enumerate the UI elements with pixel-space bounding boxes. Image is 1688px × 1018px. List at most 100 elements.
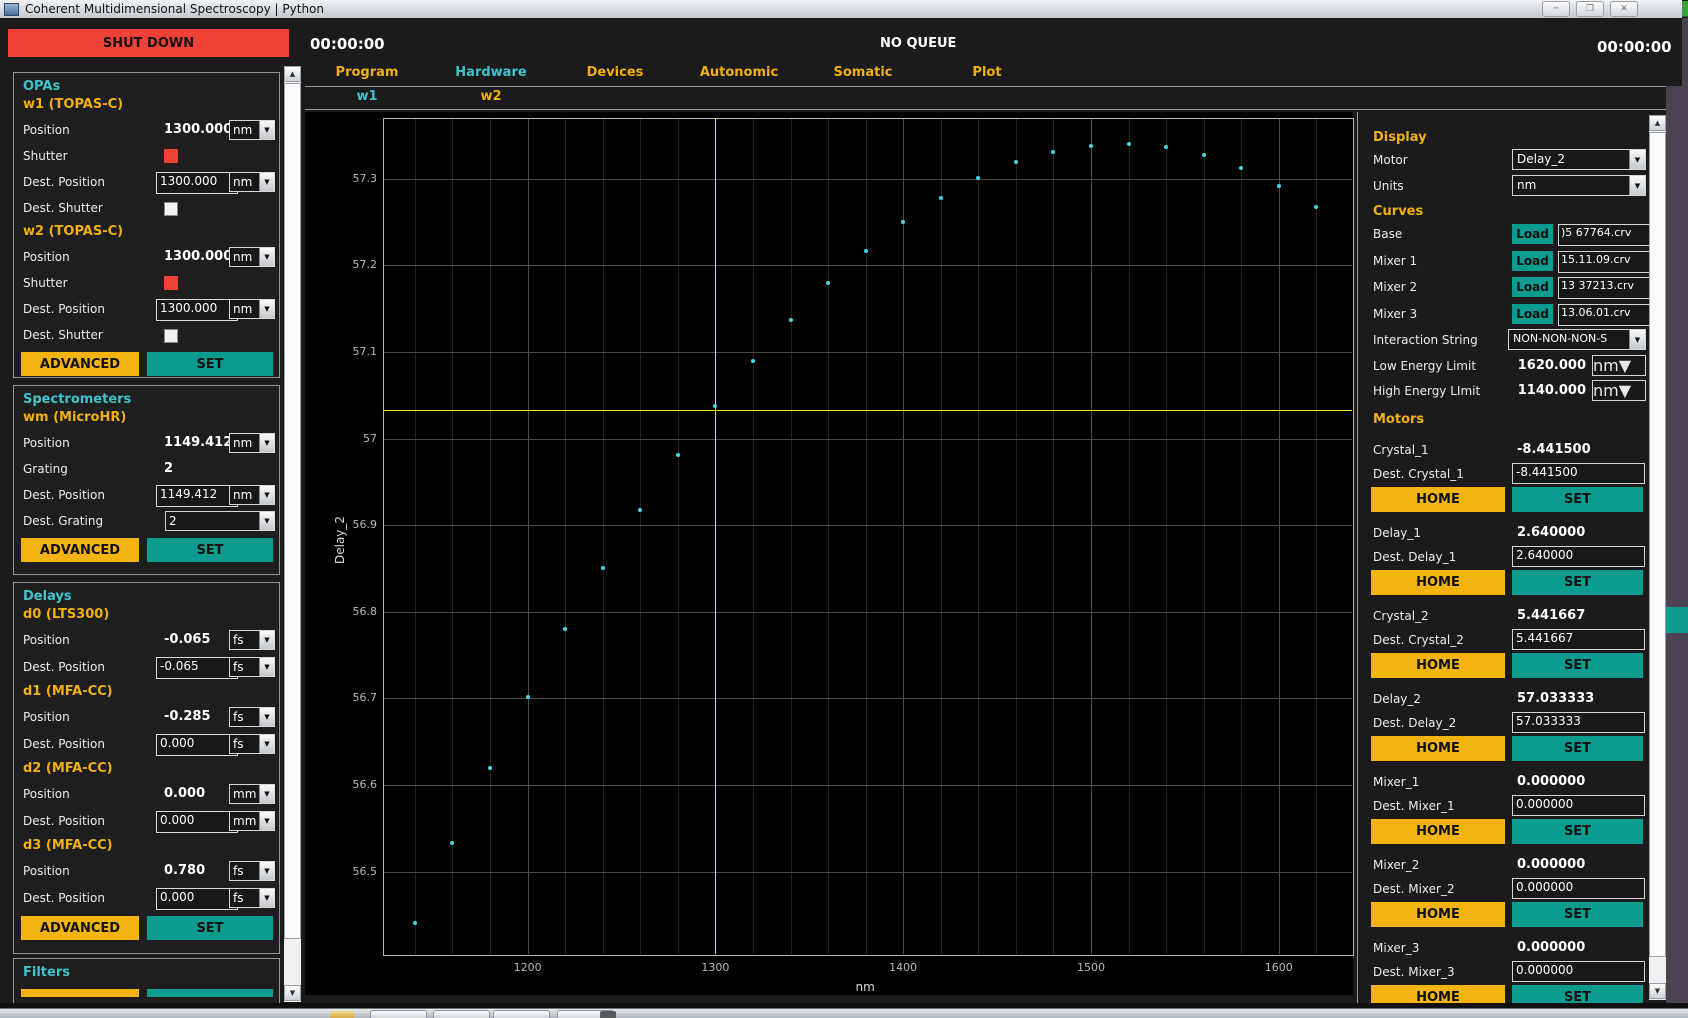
scroll-up-icon[interactable]: ▲ [284, 66, 301, 82]
set-button[interactable]: SET [147, 916, 273, 940]
home-button[interactable]: HOME [1371, 736, 1505, 761]
home-button[interactable]: HOME [1371, 985, 1505, 1003]
tab-somatic[interactable]: Somatic [801, 62, 925, 86]
dest-motor-input[interactable]: -8.441500 [1512, 463, 1645, 484]
curve-file-input[interactable]: 15.11.09.crv [1558, 251, 1652, 273]
dest-motor-input[interactable]: 2.640000 [1512, 546, 1645, 567]
curve-file-input[interactable]: 13.06.01.crv [1558, 304, 1652, 326]
scrollbar-thumb[interactable] [1649, 132, 1666, 957]
units-dropdown[interactable]: nm▼ [229, 247, 275, 267]
sidebar-scrollbar[interactable]: ▲ ▼ [284, 66, 301, 1002]
dest-position-input[interactable]: 1300.000 [156, 299, 238, 321]
units-dropdown[interactable]: nm ▼ [229, 485, 275, 505]
dest-motor-input[interactable]: 0.000000 [1512, 795, 1645, 816]
dest-position-input[interactable]: 1149.412 [156, 485, 238, 507]
set-button[interactable]: SET [147, 352, 273, 376]
dest-motor-input[interactable]: 5.441667 [1512, 629, 1645, 650]
set-button[interactable]: SET [147, 538, 273, 562]
units-dropdown[interactable]: nm ▼ [1592, 355, 1646, 376]
home-button[interactable]: HOME [1371, 653, 1505, 678]
dest-motor-input[interactable]: 57.033333 [1512, 712, 1645, 733]
units-dropdown[interactable]: mm▼ [229, 811, 275, 831]
units-dropdown[interactable]: mm▼ [229, 784, 275, 804]
chevron-down-icon[interactable]: ▼ [259, 889, 274, 907]
advanced-button[interactable]: ADVANCED [21, 916, 139, 940]
load-button[interactable]: Load [1512, 304, 1553, 324]
restore-icon[interactable]: ❐ [1576, 1, 1604, 17]
units-dropdown[interactable]: nm ▼ [1592, 380, 1646, 401]
set-button[interactable]: SET [1512, 985, 1643, 1003]
units-dropdown[interactable]: nm ▼ [229, 433, 275, 453]
motor-dropdown[interactable]: Delay_2 ▼ [1512, 149, 1646, 170]
folder-icon[interactable] [330, 1011, 354, 1018]
chevron-down-icon[interactable]: ▼ [259, 708, 274, 726]
units-dropdown[interactable]: nm ▼ [1512, 175, 1646, 196]
taskbar-button[interactable] [433, 1010, 490, 1018]
units-dropdown[interactable]: nm▼ [229, 120, 275, 140]
chevron-down-icon[interactable]: ▼ [259, 434, 274, 452]
chevron-down-icon[interactable]: ▼ [1629, 150, 1645, 169]
dest-motor-input[interactable]: 0.000000 [1512, 961, 1645, 982]
advanced-button[interactable]: ADVANCED [21, 538, 139, 562]
tab-plot[interactable]: Plot [925, 62, 1049, 86]
dest-shutter-checkbox[interactable] [164, 329, 178, 343]
units-dropdown[interactable]: fs▼ [229, 657, 275, 677]
chevron-down-icon[interactable]: ▼ [259, 300, 274, 318]
taskbar-icon[interactable] [600, 1011, 616, 1018]
units-dropdown[interactable]: fs▼ [229, 861, 275, 881]
chevron-down-icon[interactable]: ▼ [259, 486, 274, 504]
chevron-down-icon[interactable]: ▼ [1619, 381, 1631, 400]
chevron-down-icon[interactable]: ▼ [1619, 356, 1631, 375]
advanced-button[interactable]: ADVANCED [21, 352, 139, 376]
curve-file-input[interactable]: 13 37213.crv [1558, 277, 1652, 299]
close-icon[interactable]: ✕ [1610, 1, 1638, 17]
advanced-button[interactable] [21, 989, 139, 997]
chevron-down-icon[interactable]: ▼ [259, 248, 274, 266]
dest-position-input[interactable]: 1300.000 [156, 172, 238, 194]
dest-position-input[interactable]: 0.000 [156, 888, 238, 910]
set-button[interactable]: SET [1512, 736, 1643, 761]
set-button[interactable]: SET [1512, 819, 1643, 844]
chevron-down-icon[interactable]: ▼ [259, 812, 274, 830]
chevron-down-icon[interactable]: ▼ [259, 631, 274, 649]
scroll-down-icon[interactable]: ▼ [284, 985, 301, 1001]
chevron-down-icon[interactable]: ▼ [259, 173, 274, 191]
tab-devices[interactable]: Devices [553, 62, 677, 86]
chevron-down-icon[interactable]: ▼ [259, 785, 274, 803]
units-dropdown[interactable]: fs▼ [229, 707, 275, 727]
curve-file-input[interactable]: )5 67764.crv [1558, 224, 1652, 246]
shut-down-button[interactable]: SHUT DOWN [8, 29, 289, 57]
right-panel-scrollbar[interactable]: ▲ ▼ [1649, 115, 1666, 1000]
scroll-down-icon[interactable]: ▼ [1649, 983, 1666, 999]
chevron-down-icon[interactable]: ▼ [259, 862, 274, 880]
chevron-down-icon[interactable]: ▼ [1629, 330, 1645, 349]
chevron-down-icon[interactable]: ▼ [1629, 176, 1645, 195]
taskbar-button[interactable] [370, 1010, 427, 1018]
load-button[interactable]: Load [1512, 251, 1553, 271]
set-button[interactable]: SET [1512, 902, 1643, 927]
set-button[interactable] [147, 989, 273, 997]
tab-autonomic[interactable]: Autonomic [677, 62, 801, 86]
chevron-down-icon[interactable]: ▼ [259, 121, 274, 139]
set-button[interactable]: SET [1512, 487, 1643, 512]
dest-shutter-checkbox[interactable] [164, 202, 178, 216]
interaction-string-dropdown[interactable]: NON-NON-NON-S ▼ [1508, 329, 1646, 350]
tab-program[interactable]: Program [305, 62, 429, 86]
home-button[interactable]: HOME [1371, 570, 1505, 595]
dest-grating-dropdown[interactable]: 2 ▼ [165, 511, 275, 531]
set-button[interactable]: SET [1512, 653, 1643, 678]
minimize-icon[interactable]: ─ [1542, 1, 1570, 17]
set-button[interactable]: SET [1512, 570, 1643, 595]
dest-position-input[interactable]: -0.065 [156, 657, 238, 679]
scrollbar-thumb[interactable] [284, 83, 301, 939]
chevron-down-icon[interactable]: ▼ [259, 658, 274, 676]
tab-hardware[interactable]: Hardware [429, 62, 553, 86]
subtab-w2[interactable]: w2 [429, 87, 553, 109]
home-button[interactable]: HOME [1371, 902, 1505, 927]
dest-position-input[interactable]: 0.000 [156, 811, 238, 833]
load-button[interactable]: Load [1512, 224, 1553, 244]
units-dropdown[interactable]: fs▼ [229, 888, 275, 908]
tuning-curve-plot[interactable]: 1200130014001500160056.556.656.756.856.9… [305, 112, 1353, 995]
scroll-up-icon[interactable]: ▲ [1649, 115, 1666, 131]
units-dropdown[interactable]: fs▼ [229, 630, 275, 650]
